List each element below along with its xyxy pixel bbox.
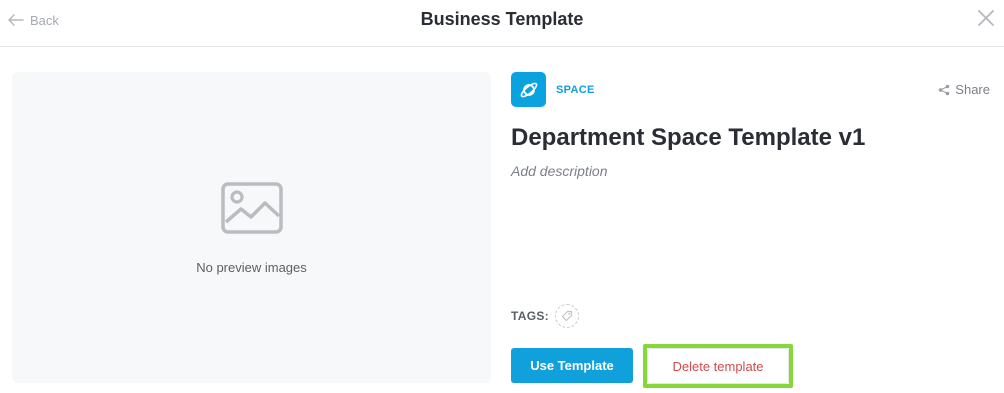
tag-icon <box>561 310 573 322</box>
share-icon <box>938 84 950 95</box>
delete-template-button[interactable]: Delete template <box>647 348 789 384</box>
share-label: Share <box>955 82 990 97</box>
planet-icon <box>520 82 537 97</box>
use-template-button[interactable]: Use Template <box>511 348 633 383</box>
image-placeholder-icon <box>221 182 283 234</box>
description-field[interactable]: Add description <box>511 163 608 179</box>
header: Back Business Template <box>0 0 1004 47</box>
tags-label: TAGS: <box>511 309 549 323</box>
preview-panel: No preview images <box>12 72 491 383</box>
share-button[interactable]: Share <box>938 82 990 97</box>
close-icon[interactable] <box>976 8 996 28</box>
space-badge <box>511 72 546 107</box>
template-type: SPACE <box>511 72 595 107</box>
page-title: Business Template <box>420 9 584 29</box>
template-type-label: SPACE <box>556 83 595 96</box>
no-preview-text: No preview images <box>196 260 307 275</box>
tags-row: TAGS: <box>511 304 579 328</box>
template-name[interactable]: Department Space Template v1 <box>511 124 865 152</box>
add-tag-button[interactable] <box>554 304 579 328</box>
